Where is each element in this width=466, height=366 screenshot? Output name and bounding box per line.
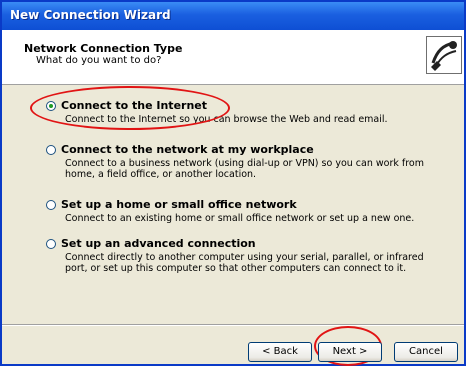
radio-home-network[interactable] [46,200,56,210]
page-subtitle: What do you want to do? [36,55,162,66]
window-title: New Connection Wizard [10,8,171,22]
annotation-ellipse-internet [30,86,230,130]
option-workplace-label[interactable]: Connect to the network at my workplace [61,143,314,156]
radio-workplace[interactable] [46,145,56,155]
option-home-network-label[interactable]: Set up a home or small office network [61,198,297,211]
page-title: Network Connection Type [24,42,183,55]
wizard-window: New Connection Wizard Network Connection… [0,0,466,366]
network-wizard-icon [426,36,462,74]
option-advanced-label[interactable]: Set up an advanced connection [61,237,256,250]
radio-advanced[interactable] [46,239,56,249]
option-workplace-desc: Connect to a business network (using dia… [65,158,424,180]
option-home-network-desc: Connect to an existing home or small off… [65,213,415,224]
next-button[interactable]: Next > [318,342,382,362]
option-advanced-desc: Connect directly to another computer usi… [65,252,424,274]
wizard-header: Network Connection Type What do you want… [2,30,464,85]
back-button[interactable]: < Back [248,342,312,362]
cancel-button[interactable]: Cancel [394,342,458,362]
title-bar[interactable]: New Connection Wizard [2,2,464,30]
